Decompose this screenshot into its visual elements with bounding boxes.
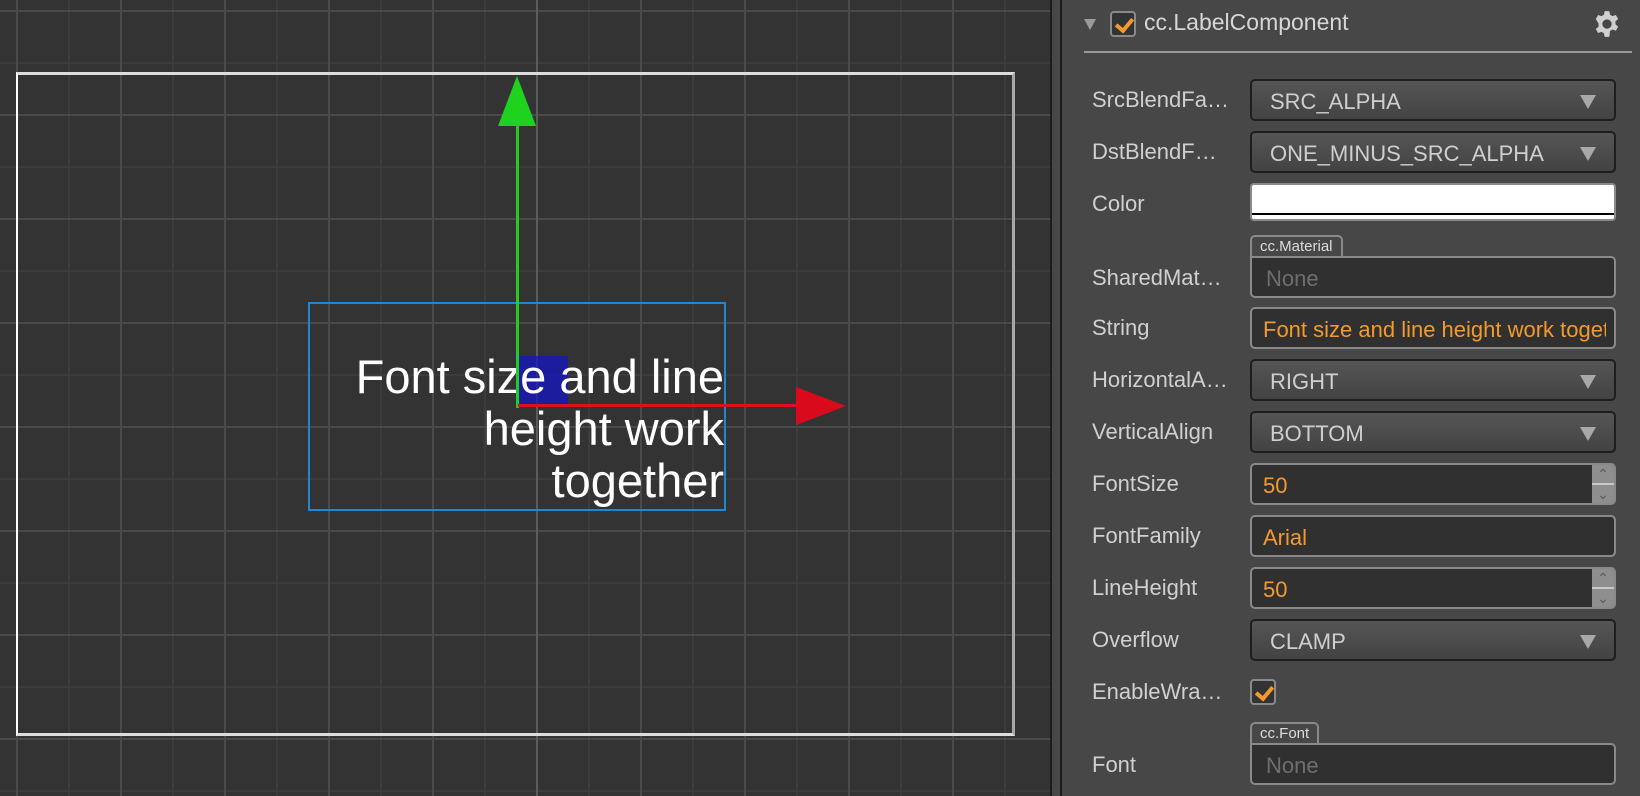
component-header[interactable]: cc.LabelComponent [1062,0,1640,53]
color-picker-swatch[interactable] [1250,183,1616,221]
caret-down-icon [1580,95,1596,109]
prop-label: LineHeight [1092,575,1198,600]
component-title: cc.LabelComponent [1144,9,1349,35]
panel-splitter[interactable] [1050,0,1062,796]
prop-label: FontSize [1092,471,1179,496]
scene-view[interactable]: Font size and line height work together [0,0,1050,796]
select-value: SRC_ALPHA [1270,89,1401,114]
asset-type-tab: cc.Font [1250,722,1320,744]
move-gizmo-y-arrow-icon[interactable] [498,76,536,126]
asset-value: None [1266,266,1319,291]
stepper-down-icon[interactable]: ⌄ [1592,589,1614,607]
header-divider [1084,51,1632,53]
font-asset-field[interactable]: None [1250,743,1616,785]
move-gizmo-y-axis[interactable] [516,112,519,408]
font-size-input[interactable]: 50 ⌃ ⌄ [1250,463,1616,505]
select-value: BOTTOM [1270,421,1364,446]
alpha-bar [1252,213,1614,215]
prop-label: EnableWra… [1092,679,1223,704]
fold-triangle-icon[interactable] [1084,19,1096,30]
caret-down-icon [1580,375,1596,389]
label-line: together [551,454,724,507]
input-value: 50 [1263,577,1288,602]
move-gizmo-x-axis[interactable] [518,404,800,407]
checkmark-icon [1254,681,1275,702]
prop-label: Font [1092,752,1137,777]
asset-type-tab: cc.Material [1250,235,1343,257]
shared-material-asset-field[interactable]: None [1250,256,1616,298]
src-blend-factor-select[interactable]: SRC_ALPHA [1250,79,1616,121]
number-stepper[interactable]: ⌃ ⌄ [1592,569,1614,607]
asset-value: None [1266,753,1319,778]
number-stepper[interactable]: ⌃ ⌄ [1592,465,1614,503]
caret-down-icon [1580,427,1596,441]
prop-label: SharedMat… [1092,265,1222,290]
select-value: RIGHT [1270,369,1339,394]
font-family-input[interactable]: Arial [1250,515,1616,557]
vertical-align-select[interactable]: BOTTOM [1250,411,1616,453]
move-gizmo-x-arrow-icon[interactable] [796,387,846,425]
string-input[interactable]: Font size and line height work together [1250,307,1616,349]
enable-wrap-text-checkbox[interactable] [1250,679,1276,705]
prop-label: String [1092,315,1150,340]
component-enabled-checkbox[interactable] [1110,11,1136,37]
checkmark-icon [1114,13,1135,34]
prop-label: HorizontalA… [1092,367,1228,392]
prop-label: SrcBlendFa… [1092,87,1229,112]
prop-label: Color [1092,191,1145,216]
gear-icon[interactable] [1593,10,1621,38]
dst-blend-factor-select[interactable]: ONE_MINUS_SRC_ALPHA [1250,131,1616,173]
prop-label: FontFamily [1092,523,1201,548]
stepper-up-icon[interactable]: ⌃ [1592,465,1614,483]
prop-label: DstBlendF… [1092,139,1217,164]
prop-label: VerticalAlign [1092,419,1214,444]
overflow-select[interactable]: CLAMP [1250,619,1616,661]
horizontal-align-select[interactable]: RIGHT [1250,359,1616,401]
line-height-input[interactable]: 50 ⌃ ⌄ [1250,567,1616,609]
select-value: ONE_MINUS_SRC_ALPHA [1270,141,1544,166]
caret-down-icon [1580,635,1596,649]
input-value: Arial [1263,525,1308,550]
caret-down-icon [1580,147,1596,161]
label-line: height work [483,402,724,455]
input-value: 50 [1263,473,1288,498]
prop-label: Overflow [1092,627,1179,652]
stepper-up-icon[interactable]: ⌃ [1592,569,1614,587]
select-value: CLAMP [1270,629,1346,654]
stepper-down-icon[interactable]: ⌄ [1592,485,1614,503]
inspector-panel: cc.LabelComponent SrcBlendFa… SRC_ALPHA … [1062,0,1640,796]
input-value: Font size and line height work together [1263,317,1606,342]
